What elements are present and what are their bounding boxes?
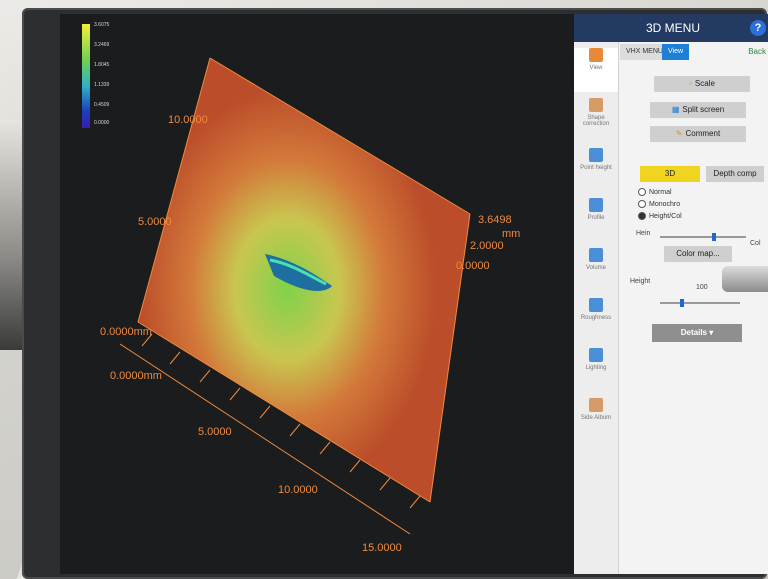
radio-normal[interactable]: Normal <box>638 188 672 196</box>
sidebar-item-shape-correction[interactable]: Shape correction <box>574 98 618 142</box>
point-height-icon <box>589 148 603 162</box>
menu-title-text: 3D MENU <box>645 21 700 35</box>
breadcrumb-view[interactable]: View <box>662 44 690 60</box>
scale-tick: 0.0000 <box>94 120 110 126</box>
details-button[interactable]: Details ▾ <box>652 324 742 342</box>
sidebar-item-view[interactable]: View <box>574 48 618 92</box>
z-axis-label: 2.0000 <box>470 240 504 252</box>
x-axis-label: 15.0000 <box>362 542 402 554</box>
color-map-button[interactable]: Color map... <box>664 246 732 262</box>
lighting-icon <box>589 348 603 362</box>
back-button[interactable]: Back <box>748 44 766 60</box>
help-button[interactable]: ? <box>750 20 766 36</box>
sidebar-item-roughness[interactable]: Roughness <box>574 298 618 342</box>
scale-tick: 1.8045 <box>94 62 110 68</box>
sidebar: View Shape correction Point height Profi… <box>574 42 619 574</box>
sidebar-item-point-height[interactable]: Point height <box>574 148 618 192</box>
x-axis-label: 5.0000 <box>198 426 232 438</box>
split-screen-icon: ▦ <box>671 105 680 114</box>
scale-tick: 3.6075 <box>94 22 110 28</box>
slider-knob[interactable] <box>712 233 716 241</box>
comment-button[interactable]: ✎ Comment <box>650 126 746 142</box>
profile-icon <box>589 198 603 212</box>
roughness-icon <box>589 298 603 312</box>
radio-height-col[interactable]: Height/Col <box>638 212 682 220</box>
sidebar-label: Side Album <box>580 415 612 421</box>
scale-tick: 0.4509 <box>94 102 110 108</box>
height-value: 100 <box>696 284 708 291</box>
breadcrumb: VHX MENU View Back <box>620 44 768 62</box>
shape-correction-icon <box>589 98 603 112</box>
view-icon <box>589 48 603 62</box>
sidebar-label: Lighting <box>585 365 607 371</box>
height-col-slider[interactable] <box>660 233 746 241</box>
ruler-icon: ▫ <box>689 79 692 88</box>
sidebar-item-lighting[interactable]: Lighting <box>574 348 618 392</box>
y-axis-label: 10.0000 <box>168 114 208 126</box>
sidebar-label: View <box>589 65 603 71</box>
color-scale-bar <box>82 24 90 128</box>
y-axis-label: 0.0000mm <box>100 326 152 338</box>
slider-knob[interactable] <box>680 299 684 307</box>
height-col-left-label: Hein <box>636 230 651 237</box>
sidebar-item-profile[interactable]: Profile <box>574 198 618 242</box>
scale-tick: 1.1339 <box>94 82 110 88</box>
screen: 3.6075 3.2469 1.8045 1.1339 0.4509 0.000… <box>60 14 768 574</box>
3d-menu-panel: 3D MENU ? View Shape correction Point he… <box>574 14 768 574</box>
sidebar-label: Point height <box>580 165 612 171</box>
x-axis-label: 0.0000mm <box>110 370 162 382</box>
camera-probe <box>722 266 768 292</box>
scale-button[interactable]: ▫ Scale <box>654 76 750 92</box>
z-axis-unit: mm <box>502 228 521 240</box>
menu-title: 3D MENU ? <box>574 14 768 42</box>
comment-icon: ✎ <box>675 129 683 138</box>
sidebar-label: Shape correction <box>582 115 610 127</box>
chevron-down-icon: ▾ <box>709 328 714 337</box>
sidebar-label: Profile <box>587 215 605 221</box>
volume-icon <box>589 248 603 262</box>
scale-tick: 3.2469 <box>94 42 110 48</box>
side-album-icon <box>589 398 603 412</box>
height-slider[interactable] <box>660 299 740 307</box>
y-axis-label: 5.0000 <box>138 216 172 228</box>
sidebar-item-side-album[interactable]: Side Album <box>574 398 618 442</box>
surface-plot <box>119 57 471 535</box>
depth-comp-toggle[interactable]: Depth comp <box>706 166 764 182</box>
3d-surface-view[interactable]: 3.6075 3.2469 1.8045 1.1339 0.4509 0.000… <box>60 14 576 574</box>
3d-toggle[interactable]: 3D <box>640 166 700 182</box>
z-axis-label: 0.0000 <box>456 260 490 272</box>
split-screen-button[interactable]: ▦ Split screen <box>650 102 746 118</box>
sidebar-label: Roughness <box>580 315 612 321</box>
x-axis-label: 10.0000 <box>278 484 318 496</box>
monitor: 3.6075 3.2469 1.8045 1.1339 0.4509 0.000… <box>22 8 768 579</box>
sidebar-item-volume[interactable]: Volume <box>574 248 618 292</box>
height-label: Height <box>630 278 651 285</box>
sidebar-label: Volume <box>585 265 606 271</box>
radio-monochro[interactable]: Monochro <box>638 200 680 208</box>
z-axis-label: 3.6498 <box>478 214 512 226</box>
height-col-right-label: Col <box>750 240 761 247</box>
